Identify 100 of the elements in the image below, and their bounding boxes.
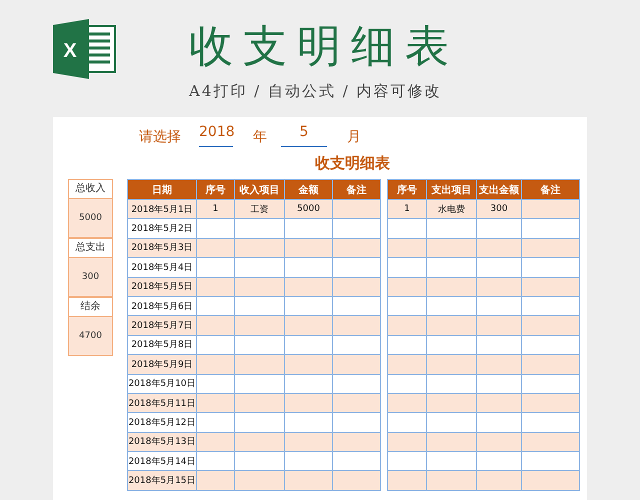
table-cell bbox=[388, 218, 426, 238]
table-cell bbox=[284, 316, 332, 336]
table-cell bbox=[284, 258, 332, 278]
table-cell bbox=[388, 258, 426, 278]
summary-value: 5000 bbox=[68, 199, 113, 238]
table-cell bbox=[284, 354, 332, 374]
table-cell bbox=[196, 277, 234, 296]
summary-label: 结余 bbox=[68, 297, 113, 317]
table-cell: 1 bbox=[196, 200, 234, 219]
table-cell bbox=[284, 470, 332, 490]
table-cell bbox=[234, 432, 284, 452]
table-cell bbox=[426, 432, 476, 452]
column-header: 日期 bbox=[128, 180, 196, 200]
column-header: 序号 bbox=[388, 180, 426, 200]
subtitle: A4打印 / 自动公式 / 内容可修改 bbox=[189, 82, 442, 101]
column-header: 金额 bbox=[284, 180, 332, 200]
table-cell bbox=[476, 412, 522, 432]
table-cell bbox=[234, 258, 284, 278]
table-cell bbox=[332, 470, 380, 490]
table-cell: 1 bbox=[388, 200, 426, 219]
table-cell bbox=[476, 470, 522, 490]
table-cell bbox=[426, 218, 476, 238]
table-cell bbox=[522, 258, 580, 278]
summary-value: 4700 bbox=[68, 317, 113, 356]
table-cell bbox=[234, 412, 284, 432]
table-cell: 2018年5月13日 bbox=[128, 432, 196, 452]
table-cell bbox=[284, 412, 332, 432]
table-cell bbox=[196, 258, 234, 278]
table-cell bbox=[522, 470, 580, 490]
table-cell bbox=[234, 354, 284, 374]
table-cell bbox=[476, 374, 522, 394]
table-cell bbox=[522, 238, 580, 258]
table-cell bbox=[234, 218, 284, 238]
table-cell bbox=[332, 316, 380, 336]
table-cell: 2018年5月2日 bbox=[128, 218, 196, 238]
table-cell: 2018年5月12日 bbox=[128, 412, 196, 432]
table-cell bbox=[426, 316, 476, 336]
table-cell bbox=[196, 393, 234, 413]
table-cell bbox=[234, 316, 284, 336]
spreadsheet-logo: X bbox=[53, 19, 117, 79]
table-cell bbox=[234, 238, 284, 258]
table-cell bbox=[332, 200, 380, 219]
year-field[interactable]: 2018 bbox=[199, 122, 233, 147]
table-cell: 工资 bbox=[234, 200, 284, 219]
table-cell: 2018年5月1日 bbox=[128, 200, 196, 219]
table-cell bbox=[388, 412, 426, 432]
table-cell bbox=[522, 354, 580, 374]
table-cell bbox=[234, 374, 284, 394]
table-cell: 2018年5月4日 bbox=[128, 258, 196, 278]
table-cell: 2018年5月3日 bbox=[128, 238, 196, 258]
table-cell bbox=[476, 238, 522, 258]
table-cell: 5000 bbox=[284, 200, 332, 219]
table-cell bbox=[426, 470, 476, 490]
table-cell bbox=[284, 277, 332, 296]
table-cell bbox=[426, 374, 476, 394]
table-cell: 水电费 bbox=[426, 200, 476, 219]
table-cell bbox=[522, 277, 580, 296]
table-cell bbox=[332, 238, 380, 258]
summary-label: 总收入 bbox=[68, 179, 113, 199]
select-prompt: 请选择 bbox=[139, 128, 181, 147]
table-cell bbox=[388, 393, 426, 413]
table-cell bbox=[388, 374, 426, 394]
table-cell bbox=[284, 238, 332, 258]
summary-label: 总支出 bbox=[68, 238, 113, 258]
table-cell bbox=[388, 277, 426, 296]
table-cell bbox=[476, 277, 522, 296]
table-cell bbox=[476, 354, 522, 374]
table-cell bbox=[284, 218, 332, 238]
table-cell bbox=[332, 277, 380, 296]
column-header: 收入项目 bbox=[234, 180, 284, 200]
year-unit: 年 bbox=[253, 128, 267, 147]
table-cell bbox=[234, 393, 284, 413]
month-unit: 月 bbox=[347, 128, 361, 147]
column-header: 备注 bbox=[332, 180, 380, 200]
table-cell bbox=[332, 218, 380, 238]
table-cell bbox=[426, 258, 476, 278]
table-cell bbox=[388, 432, 426, 452]
table-cell bbox=[196, 432, 234, 452]
table-cell bbox=[426, 393, 476, 413]
table-cell: 2018年5月5日 bbox=[128, 277, 196, 296]
table-cell bbox=[388, 238, 426, 258]
table-cell bbox=[522, 412, 580, 432]
column-header: 支出金额 bbox=[476, 180, 522, 200]
month-field[interactable]: 5 bbox=[281, 122, 327, 147]
summary-value: 300 bbox=[68, 258, 113, 297]
table-cell bbox=[332, 258, 380, 278]
table-cell bbox=[196, 412, 234, 432]
table-cell bbox=[196, 316, 234, 336]
table-cell bbox=[522, 393, 580, 413]
table-cell: 2018年5月15日 bbox=[128, 470, 196, 490]
table-cell bbox=[388, 354, 426, 374]
table-cell bbox=[332, 374, 380, 394]
table-cell: 2018年5月10日 bbox=[128, 374, 196, 394]
table-cell bbox=[332, 354, 380, 374]
sheet-title: 收支明细表 bbox=[315, 154, 390, 172]
table-cell bbox=[234, 470, 284, 490]
table-cell bbox=[284, 374, 332, 394]
table-cell: 2018年5月9日 bbox=[128, 354, 196, 374]
column-header: 支出项目 bbox=[426, 180, 476, 200]
table-cell: 2018年5月11日 bbox=[128, 393, 196, 413]
